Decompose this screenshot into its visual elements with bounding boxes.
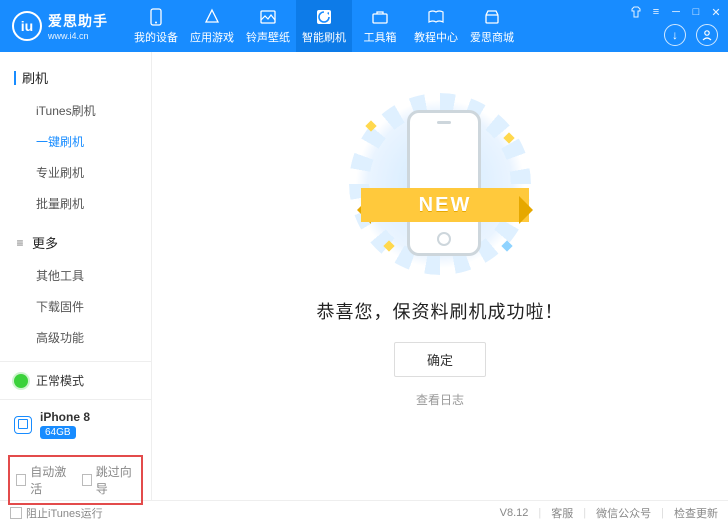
device-icon	[14, 416, 32, 434]
check-update-link[interactable]: 检查更新	[674, 505, 718, 521]
ribbon-icon: NEW	[347, 180, 543, 228]
skin-icon[interactable]	[628, 4, 644, 20]
nav-toolbox[interactable]: 工具箱	[352, 0, 408, 52]
options-box: 自动激活 跳过向导	[8, 455, 143, 505]
nav-my-device[interactable]: 我的设备	[128, 0, 184, 52]
checkbox-label: 阻止iTunes运行	[26, 505, 103, 521]
checkbox-icon	[82, 474, 92, 486]
sidebar-item-download-firmware[interactable]: 下载固件	[0, 291, 151, 322]
success-illustration: NEW	[325, 92, 555, 276]
status-bar-right: V8.12 | 客服 | 微信公众号 | 检查更新	[500, 505, 718, 521]
apps-icon	[203, 8, 221, 26]
ribbon-text: NEW	[361, 188, 529, 222]
user-icon[interactable]	[696, 24, 718, 46]
wallpaper-icon	[259, 8, 277, 26]
group-title: 更多	[32, 233, 58, 252]
wechat-link[interactable]: 微信公众号	[596, 505, 651, 521]
device-mode[interactable]: 正常模式	[0, 361, 151, 399]
block-itunes-checkbox[interactable]: 阻止iTunes运行	[10, 505, 103, 521]
separator: |	[583, 507, 586, 519]
version-label: V8.12	[500, 507, 529, 519]
sidebar-item-pro-flash[interactable]: 专业刷机	[0, 157, 151, 188]
maximize-icon[interactable]: □	[688, 4, 704, 20]
store-icon	[483, 8, 501, 26]
nav-flash[interactable]: 智能刷机	[296, 0, 352, 52]
brand: iu 爱思助手 www.i4.cn	[0, 11, 120, 41]
support-link[interactable]: 客服	[551, 505, 573, 521]
accent-bar-icon	[14, 71, 16, 85]
nav-label: 应用游戏	[190, 29, 234, 45]
nav-apps[interactable]: 应用游戏	[184, 0, 240, 52]
view-log-link[interactable]: 查看日志	[416, 391, 464, 408]
checkbox-label: 跳过向导	[96, 463, 135, 497]
book-icon	[427, 8, 445, 26]
brand-name: 爱思助手	[48, 11, 108, 31]
nav-store[interactable]: 爱思商城	[464, 0, 520, 52]
success-headline: 恭喜您，保资料刷机成功啦！	[317, 298, 564, 324]
nav-label: 智能刷机	[302, 29, 346, 45]
download-icon[interactable]: ↓	[664, 24, 686, 46]
capacity-badge: 64GB	[40, 426, 76, 439]
sidebar-list-flash: iTunes刷机 一键刷机 专业刷机 批量刷机	[0, 93, 151, 227]
minimize-icon[interactable]: ─	[668, 4, 684, 20]
brand-text: 爱思助手 www.i4.cn	[48, 11, 108, 41]
confirm-button[interactable]: 确定	[394, 342, 486, 377]
sidebar: 刷机 iTunes刷机 一键刷机 专业刷机 批量刷机 ≡ 更多 其他工具 下载固…	[0, 52, 152, 500]
top-nav: 我的设备 应用游戏 铃声壁纸 智能刷机 工具箱 教程中心 爱思商城	[128, 0, 520, 52]
nav-label: 工具箱	[364, 29, 397, 45]
menu-icon[interactable]: ≡	[648, 4, 664, 20]
sidebar-item-other-tools[interactable]: 其他工具	[0, 260, 151, 291]
toolbox-icon	[371, 8, 389, 26]
logo-icon: iu	[12, 11, 42, 41]
nav-label: 教程中心	[414, 29, 458, 45]
close-icon[interactable]: ✕	[708, 4, 724, 20]
top-right-actions: ↓	[664, 24, 718, 46]
phone-icon	[147, 8, 165, 26]
more-icon: ≡	[14, 236, 26, 250]
sidebar-group-flash: 刷机	[0, 62, 151, 93]
device-name: iPhone 8	[40, 410, 90, 424]
nav-label: 爱思商城	[470, 29, 514, 45]
sidebar-item-itunes-flash[interactable]: iTunes刷机	[0, 95, 151, 126]
top-bar: iu 爱思助手 www.i4.cn 我的设备 应用游戏 铃声壁纸 智能刷机 工具…	[0, 0, 728, 52]
sidebar-group-more: ≡ 更多	[0, 227, 151, 258]
checkbox-icon	[10, 507, 22, 519]
group-title: 刷机	[22, 68, 48, 87]
separator: |	[661, 507, 664, 519]
status-dot-icon	[14, 374, 28, 388]
sidebar-item-batch-flash[interactable]: 批量刷机	[0, 188, 151, 219]
sidebar-list-more: 其他工具 下载固件 高级功能	[0, 258, 151, 361]
checkbox-label: 自动激活	[30, 463, 69, 497]
nav-label: 铃声壁纸	[246, 29, 290, 45]
sidebar-item-advanced[interactable]: 高级功能	[0, 322, 151, 353]
skip-guide-checkbox[interactable]: 跳过向导	[82, 463, 136, 497]
mode-label: 正常模式	[36, 372, 84, 389]
nav-ringtones[interactable]: 铃声壁纸	[240, 0, 296, 52]
nav-tutorials[interactable]: 教程中心	[408, 0, 464, 52]
sidebar-item-onekey-flash[interactable]: 一键刷机	[0, 126, 151, 157]
checkbox-icon	[16, 474, 26, 486]
sidebar-bottom: 正常模式 iPhone 8 64GB 自动激活 跳过向导	[0, 361, 151, 509]
flash-icon	[315, 8, 333, 26]
window-controls: ≡ ─ □ ✕	[628, 4, 724, 20]
body: 刷机 iTunes刷机 一键刷机 专业刷机 批量刷机 ≡ 更多 其他工具 下载固…	[0, 52, 728, 500]
auto-activate-checkbox[interactable]: 自动激活	[16, 463, 70, 497]
brand-url: www.i4.cn	[48, 31, 108, 41]
main-panel: NEW 恭喜您，保资料刷机成功啦！ 确定 查看日志	[152, 52, 728, 500]
nav-label: 我的设备	[134, 29, 178, 45]
device-info[interactable]: iPhone 8 64GB	[0, 399, 151, 449]
separator: |	[538, 507, 541, 519]
